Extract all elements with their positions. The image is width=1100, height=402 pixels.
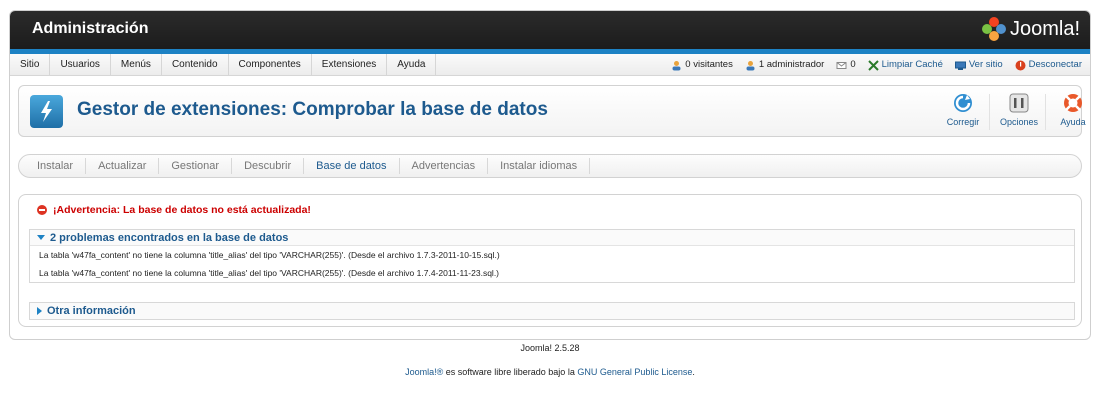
- joomla-link[interactable]: Joomla!®: [405, 367, 443, 377]
- tab-base-de-datos[interactable]: Base de datos: [304, 158, 400, 174]
- visitors-status: 0 visitantes: [671, 54, 733, 76]
- monitor-icon: [954, 61, 966, 70]
- tab-actualizar[interactable]: Actualizar: [86, 158, 160, 174]
- admin-frame: Administración Joomla! Sitio Usuarios Me…: [9, 10, 1091, 340]
- toolbar-divider: [1045, 94, 1046, 130]
- problems-panel: 2 problemas encontrados en la base de da…: [29, 229, 1075, 283]
- admins-icon: [746, 60, 755, 70]
- toolbar-divider: [989, 94, 990, 130]
- other-info-header[interactable]: Otra información: [30, 303, 1074, 319]
- footer-license: Joomla!® es software libre liberado bajo…: [0, 367, 1100, 377]
- options-button[interactable]: Opciones: [997, 92, 1041, 132]
- admins-status: 1 administrador: [745, 54, 824, 76]
- view-site-label: Ver sitio: [968, 59, 1003, 70]
- messages-count: 0: [850, 59, 856, 70]
- admins-count: 1 administrador: [758, 59, 825, 70]
- menu-item-usuarios[interactable]: Usuarios: [50, 54, 111, 76]
- help-label: Ayuda: [1060, 117, 1086, 127]
- tab-instalar[interactable]: Instalar: [25, 158, 87, 174]
- help-button[interactable]: Ayuda: [1051, 92, 1095, 132]
- messages-status[interactable]: 0: [836, 54, 856, 76]
- collapse-arrow-icon: [37, 235, 45, 240]
- visitors-icon: [672, 60, 681, 70]
- logout-link[interactable]: Desconectar: [1015, 54, 1082, 76]
- problems-panel-header[interactable]: 2 problemas encontrados en la base de da…: [30, 230, 1074, 246]
- joomla-logo: Joomla!: [981, 17, 1080, 41]
- submenu: Instalar Actualizar Gestionar Descubrir …: [18, 154, 1082, 178]
- header-bar: Administración Joomla!: [10, 11, 1090, 49]
- status-bar: 0 visitantes 1 administrador 0 Limpiar C…: [671, 54, 1082, 76]
- other-info-panel: Otra información: [29, 302, 1075, 320]
- problem-item: La tabla 'w47fa_content' no tiene la col…: [39, 250, 500, 260]
- expand-arrow-icon: [37, 307, 42, 315]
- menu-item-extensiones[interactable]: Extensiones: [312, 54, 388, 76]
- license-end: .: [692, 367, 695, 377]
- license-text: es software libre liberado bajo la: [443, 367, 578, 377]
- menu-bar: Sitio Usuarios Menús Contenido Component…: [10, 54, 1090, 76]
- app-title: Administración: [32, 20, 149, 37]
- toolbar: Gestor de extensiones: Comprobar la base…: [18, 85, 1086, 137]
- footer-version: Joomla! 2.5.28: [520, 343, 580, 353]
- view-site-link[interactable]: Ver sitio: [954, 54, 1003, 76]
- clear-cache-label: Limpiar Caché: [881, 59, 943, 70]
- gpl-link[interactable]: GNU General Public License: [577, 367, 692, 377]
- menu-item-ayuda[interactable]: Ayuda: [387, 54, 437, 76]
- options-label: Opciones: [999, 117, 1039, 127]
- menu-item-sitio[interactable]: Sitio: [10, 54, 51, 76]
- fix-label: Corregir: [946, 117, 980, 127]
- joomla-logo-text: Joomla!: [1009, 17, 1080, 40]
- logout-icon: [1015, 60, 1026, 70]
- clear-cache-icon: [867, 59, 879, 71]
- options-icon: [1009, 93, 1029, 113]
- tab-instalar-idiomas[interactable]: Instalar idiomas: [488, 158, 591, 174]
- tab-gestionar[interactable]: Gestionar: [159, 158, 233, 174]
- other-info-label: Otra información: [47, 305, 136, 317]
- page-title: Gestor de extensiones: Comprobar la base…: [77, 99, 548, 120]
- lifebuoy-icon: [1064, 94, 1082, 112]
- warning-text: ¡Advertencia: La base de datos no está a…: [53, 204, 311, 216]
- warning-message: ¡Advertencia: La base de datos no está a…: [37, 204, 311, 216]
- menu-item-contenido[interactable]: Contenido: [162, 54, 229, 76]
- refresh-icon: [954, 94, 972, 112]
- extension-manager-icon: [30, 95, 63, 128]
- content-area: ¡Advertencia: La base de datos no está a…: [18, 194, 1082, 327]
- joomla-logo-icon: [981, 17, 1006, 41]
- menu-item-componentes[interactable]: Componentes: [229, 54, 312, 76]
- clear-cache-link[interactable]: Limpiar Caché: [867, 54, 943, 76]
- menu-item-menus[interactable]: Menús: [111, 54, 162, 76]
- logout-label: Desconectar: [1028, 59, 1082, 70]
- problems-heading: 2 problemas encontrados en la base de da…: [50, 231, 289, 244]
- problem-item: La tabla 'w47fa_content' no tiene la col…: [39, 268, 500, 278]
- tab-advertencias[interactable]: Advertencias: [400, 158, 489, 174]
- visitors-count: 0 visitantes: [685, 59, 733, 70]
- tab-descubrir[interactable]: Descubrir: [232, 158, 305, 174]
- mail-icon: [836, 61, 847, 69]
- warning-icon: [37, 205, 47, 215]
- fix-button[interactable]: Corregir: [941, 92, 985, 132]
